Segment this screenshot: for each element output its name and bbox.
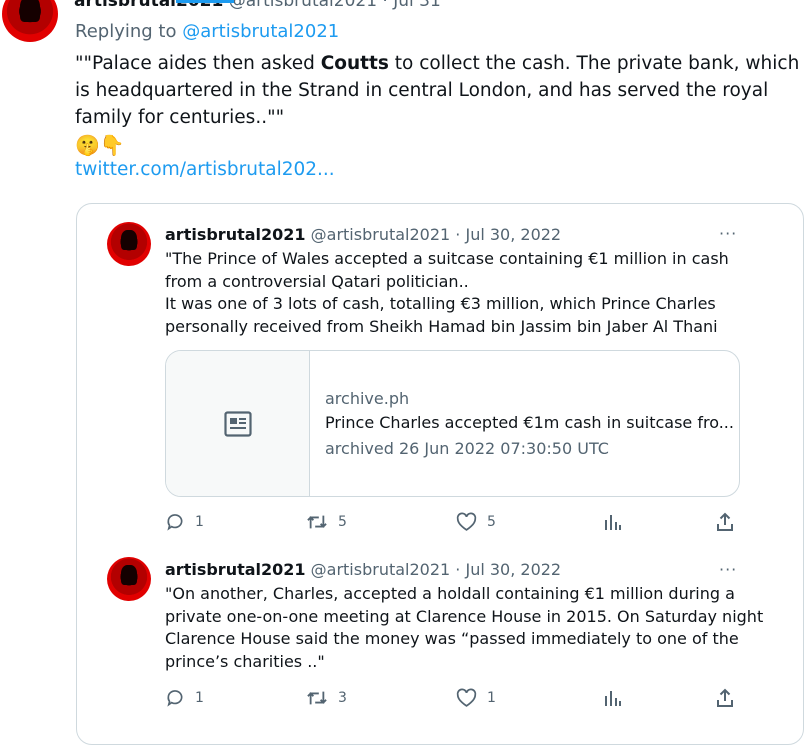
main-tweet-header: artisbrutal2021 @artisbrutal2021 · Jul 3… (74, 0, 441, 11)
share-icon (717, 688, 733, 707)
quote1-avatar[interactable] (107, 222, 151, 266)
quote1-date[interactable]: · Jul 30, 2022 (455, 225, 561, 244)
share-button[interactable] (715, 512, 735, 532)
quote2-line: private one-on-one meeting at Clarence H… (165, 606, 764, 626)
quote1-line: personally received from Sheikh Hamad bi… (165, 316, 718, 336)
quote2-line: "On another, Charles, accepted a holdall… (165, 584, 735, 603)
main-avatar[interactable] (2, 0, 58, 42)
replying-handle-link[interactable]: @artisbrutal2021 (182, 21, 339, 42)
link-thumbnail (166, 351, 310, 496)
quote2-date[interactable]: · Jul 30, 2022 (455, 560, 561, 579)
replying-to: Replying to @artisbrutal2021 (75, 21, 339, 42)
heart-icon (456, 688, 477, 707)
tweet-link[interactable]: twitter.com/artisbrutal202... (75, 159, 335, 180)
quote1-line: "The Prince of Wales accepted a suitcase… (165, 249, 729, 268)
emoji-row: 🤫👇 (75, 133, 125, 157)
like-button[interactable]: 5 (456, 512, 496, 532)
article-icon (224, 411, 252, 437)
retweet-count: 5 (338, 514, 347, 530)
like-button[interactable]: 1 (456, 688, 496, 708)
quote1-line: from a controversial Qatari politician.. (165, 271, 469, 291)
retweet-count: 3 (338, 690, 347, 706)
quote1-handle[interactable]: @artisbrutal2021 (311, 225, 451, 244)
quote2-line: prince’s charities .." (165, 651, 325, 671)
analytics-icon (605, 691, 621, 706)
main-text-bold: Coutts (320, 53, 389, 74)
analytics-icon (605, 515, 621, 530)
link-preview-card[interactable]: archive.ph Prince Charles accepted €1m c… (165, 350, 740, 497)
share-button[interactable] (715, 688, 735, 708)
share-icon (717, 512, 733, 531)
heart-icon (456, 512, 477, 531)
like-count: 1 (487, 690, 496, 706)
reply-button[interactable]: 1 (165, 688, 204, 708)
more-options-button[interactable]: ··· (719, 560, 737, 579)
reply-count: 1 (195, 690, 204, 706)
quote2-line: Clarence House said the money was “passe… (165, 629, 739, 648)
main-tweet-text: ""Palace aides then asked Coutts to coll… (75, 50, 805, 131)
retweet-button[interactable]: 5 (306, 512, 347, 532)
quote2-author-name[interactable]: artisbrutal2021 (165, 560, 306, 579)
quote1-line: It was one of 3 lots of cash, totalling … (165, 294, 716, 313)
reply-button[interactable]: 1 (165, 512, 204, 532)
quote1-header: artisbrutal2021 @artisbrutal2021 · Jul 3… (165, 225, 561, 244)
retweet-button[interactable]: 3 (306, 688, 347, 708)
reply-count: 1 (195, 514, 204, 530)
link-title: Prince Charles accepted €1m cash in suit… (325, 413, 734, 432)
quote2-avatar[interactable] (107, 557, 151, 601)
quote2-handle[interactable]: @artisbrutal2021 (311, 560, 451, 579)
quote2-header: artisbrutal2021 @artisbrutal2021 · Jul 3… (165, 560, 561, 579)
quote1-text: "The Prince of Wales accepted a suitcase… (165, 248, 765, 338)
link-domain: archive.ph (325, 389, 410, 408)
views-button[interactable] (604, 512, 622, 532)
main-text-before: ""Palace aides then asked (75, 53, 321, 74)
link-subtitle: archived 26 Jun 2022 07:30:50 UTC (325, 439, 609, 458)
quote1-author-name[interactable]: artisbrutal2021 (165, 225, 306, 244)
main-author-handle-date: @artisbrutal2021 · Jul 31 (228, 0, 441, 11)
retweet-icon (307, 515, 327, 529)
like-count: 5 (487, 514, 496, 530)
replying-prefix: Replying to (75, 21, 177, 42)
more-options-button[interactable]: ··· (719, 224, 737, 243)
quote2-text: "On another, Charles, accepted a holdall… (165, 583, 765, 673)
retweet-icon (307, 691, 327, 705)
views-button[interactable] (604, 688, 622, 708)
reply-icon (167, 690, 183, 707)
link-underline (176, 0, 234, 3)
reply-icon (167, 514, 183, 531)
